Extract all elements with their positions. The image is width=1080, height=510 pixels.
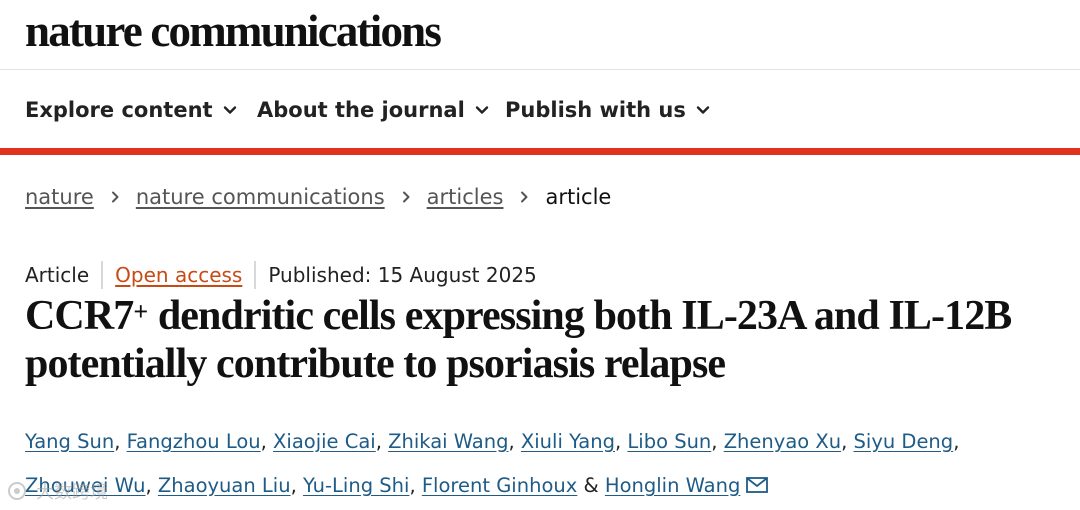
chevron-right-icon [399, 190, 413, 204]
author-conjunction: & [583, 474, 599, 497]
chevron-down-icon [696, 103, 710, 117]
article-title: CCR7+ dendritic cells expressing both IL… [25, 292, 1075, 388]
watermark-text: 大数跨境 [36, 482, 108, 503]
journal-logo[interactable]: nature communications [25, 2, 442, 60]
author-link[interactable]: Zhenyao Xu [724, 430, 841, 453]
watermark-logo-icon [8, 482, 26, 500]
watermark: 大数跨境 [6, 478, 108, 504]
nav-label: Explore content [25, 98, 213, 122]
title-prefix: CCR7 [25, 293, 134, 339]
chevron-down-icon [223, 103, 237, 117]
breadcrumb-nature[interactable]: nature [25, 185, 94, 209]
article-meta: Article Open access Published: 15 August… [25, 260, 537, 290]
open-access-link[interactable]: Open access [115, 263, 242, 287]
chevron-down-icon [475, 103, 489, 117]
nav-about-the-journal[interactable]: About the journal [257, 95, 489, 125]
title-superscript: + [133, 297, 149, 326]
main-navigation: Explore content About the journal Publis… [0, 71, 1080, 148]
author-link[interactable]: Siyu Deng [854, 430, 954, 453]
breadcrumb-current: article [545, 185, 612, 209]
breadcrumb: nature nature communications articles ar… [25, 182, 611, 212]
corresponding-author-link[interactable]: Honglin Wang [605, 474, 740, 497]
published-date: Published: 15 August 2025 [268, 263, 537, 287]
author-list: Yang Sun, Fangzhou Lou, Xiaojie Cai, Zhi… [25, 430, 960, 497]
author-link[interactable]: Yang Sun [25, 430, 114, 453]
nav-publish-with-us[interactable]: Publish with us [505, 95, 710, 125]
article-type: Article [25, 263, 90, 287]
meta-divider [101, 261, 104, 289]
header-accent-rule [0, 148, 1080, 155]
author-link[interactable]: Libo Sun [627, 430, 711, 453]
author-link[interactable]: Xiaojie Cai [273, 430, 376, 453]
meta-divider [254, 261, 257, 289]
author-link[interactable]: Xiuli Yang [521, 430, 615, 453]
chevron-right-icon [517, 190, 531, 204]
site-header: nature communications [0, 0, 1080, 70]
author-link[interactable]: Yu-Ling Shi [303, 474, 409, 497]
breadcrumb-articles[interactable]: articles [427, 185, 504, 209]
nav-explore-content[interactable]: Explore content [25, 95, 237, 125]
breadcrumb-nature-communications[interactable]: nature communications [136, 185, 385, 209]
nav-label: Publish with us [505, 98, 686, 122]
mail-icon[interactable] [746, 477, 769, 493]
author-link[interactable]: Fangzhou Lou [127, 430, 261, 453]
nav-label: About the journal [257, 98, 465, 122]
chevron-right-icon [108, 190, 122, 204]
title-rest: dendritic cells expressing both IL-23A a… [25, 293, 1012, 387]
author-link[interactable]: Zhikai Wang [388, 430, 508, 453]
author-link[interactable]: Florent Ginhoux [422, 474, 577, 497]
author-link[interactable]: Zhaoyuan Liu [158, 474, 291, 497]
